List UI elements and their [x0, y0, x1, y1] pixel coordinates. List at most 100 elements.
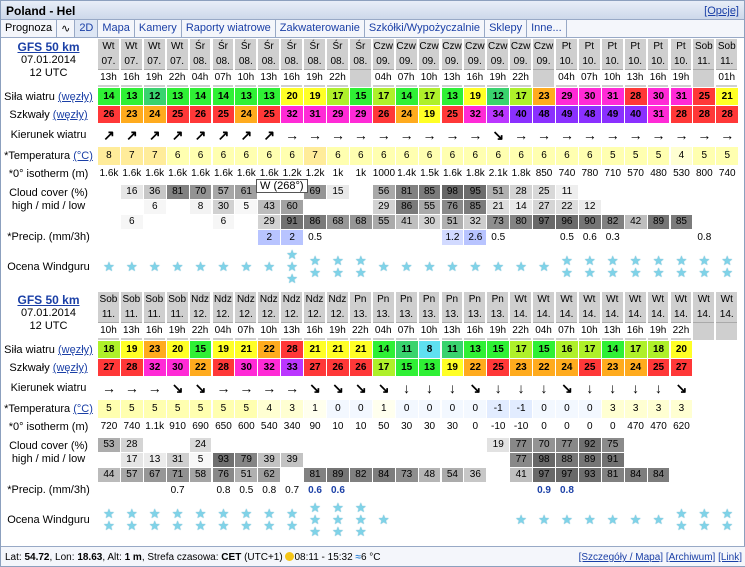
cloud-mid [418, 453, 441, 467]
model-link[interactable]: GFS 50 km [1, 41, 96, 54]
isotherm: 1k [332, 168, 344, 179]
time-header: Śr 08. 07h [212, 39, 235, 87]
wind-arrow: ↗ [217, 127, 230, 143]
hour: 10h [258, 322, 280, 338]
temperature: 6 [166, 147, 189, 165]
cloud-mid [464, 453, 487, 467]
star-icon: ★ [126, 259, 138, 274]
details-link[interactable]: [Szczegóły / Mapa] [579, 552, 663, 563]
temperature: 3 [624, 400, 647, 418]
permalink-link[interactable]: [Link] [718, 552, 742, 563]
star-icon: ★ [606, 265, 619, 280]
day-name: Czw [510, 41, 531, 52]
time-header: Ndz 12. 04h [212, 292, 235, 340]
options-link[interactable]: [Opcje] [704, 5, 739, 17]
hour: 07h [395, 69, 417, 85]
day-date: 11. [720, 56, 734, 67]
day-name: Wt [720, 294, 733, 305]
temperature: 3 [601, 400, 624, 418]
temperature: 5 [120, 400, 143, 418]
time-header: Sob 11. 10h [98, 292, 120, 340]
wind-speed: 17 [510, 88, 533, 105]
day-date: 14. [673, 309, 688, 320]
rating-stars: ★ ★ [693, 500, 715, 540]
cloud-low: 48 [418, 468, 441, 482]
day-date: 14. [559, 309, 574, 320]
hour: 19h [166, 322, 188, 338]
tab-prognoza[interactable]: Prognoza [1, 20, 58, 37]
day-date: 14. [605, 309, 620, 320]
star-icon: ★ [515, 259, 527, 274]
cloud-high [624, 438, 647, 452]
star-icon: ★ [492, 259, 505, 274]
tab-sklepy[interactable]: Sklepy [485, 20, 528, 37]
day-name: Ndz [282, 294, 301, 305]
model-link[interactable]: GFS 50 km [1, 294, 96, 307]
precipitation: 2 [281, 230, 304, 245]
hour: 16h [281, 69, 303, 85]
gust-speed: 25 [212, 106, 235, 123]
gust-speed: 17 [372, 359, 395, 376]
gust-unit-link[interactable]: (węzły) [53, 109, 88, 121]
cloud-high: 77 [556, 438, 578, 452]
tab-graph-icon[interactable]: ∿ [57, 20, 76, 37]
day-name: Wt [697, 294, 710, 305]
wind-unit-link[interactable]: (węzły) [58, 344, 93, 356]
day-name: Wt [514, 294, 527, 305]
star-icon: ★ [171, 259, 184, 274]
isotherm: 0 [587, 421, 593, 432]
cloud-high [418, 438, 441, 452]
gust-speed: 19 [441, 359, 464, 376]
star-icon: ★ [721, 518, 734, 533]
cloud-high: 19 [487, 438, 510, 452]
day-date: 13. [444, 309, 459, 320]
tab-zakwaterowanie[interactable]: Zakwaterowanie [276, 20, 365, 37]
time-header: Czw 09. 13h [441, 39, 464, 87]
tab-mapa[interactable]: Mapa [98, 20, 135, 37]
tab-2d[interactable]: 2D [75, 20, 99, 37]
isotherm: -10 [491, 421, 506, 432]
cloud-mid: 98 [533, 453, 555, 467]
rating-stars: ★ ★ [625, 247, 647, 287]
star-icon: ★ [561, 512, 573, 527]
tab-kamery[interactable]: Kamery [135, 20, 182, 37]
day-name: Sob [122, 294, 141, 305]
cloud-low: 54 [441, 468, 464, 482]
archive-link[interactable]: [Archiwum] [666, 552, 715, 563]
star-icon: ★ [286, 518, 298, 533]
wind-speed: 13 [258, 88, 281, 105]
time-header: Wt 14. 07h [556, 292, 578, 340]
wind-arrow: → [262, 380, 277, 396]
gust-unit-link[interactable]: (węzły) [53, 362, 88, 374]
isotherm: 30 [446, 421, 458, 432]
hour: 16h [624, 322, 646, 338]
isotherm: 1.6k [145, 168, 165, 179]
day-name: Śr [286, 41, 297, 52]
star-icon: ★ [240, 518, 253, 533]
isotherm: 620 [673, 421, 690, 432]
wind-arrow: → [537, 127, 552, 143]
wind-unit-link[interactable]: (węzły) [58, 91, 93, 103]
rating-stars: ★ ★ [716, 247, 738, 287]
temp-unit-link[interactable]: (°C) [73, 150, 93, 162]
time-header: Sob 11. 19h [166, 292, 189, 340]
temperature: 3 [670, 400, 693, 418]
wind-arrow [716, 378, 738, 398]
cloud-mid: 27 [533, 200, 555, 214]
tab-inne[interactable]: Inne... [527, 20, 567, 37]
temperature: 6 [510, 147, 533, 165]
wind-arrow: → [308, 127, 323, 143]
temperature: 8 [98, 147, 120, 165]
time-header: Pn 13. 22h [349, 292, 372, 340]
isotherm: 690 [192, 421, 209, 432]
tab-raporty[interactable]: Raporty wiatrowe [182, 20, 276, 37]
hour [533, 69, 554, 70]
isotherm: 2.1k [488, 168, 508, 179]
cloud-high [670, 438, 693, 452]
cloud-mid: 8 [189, 200, 212, 214]
temp-unit-link[interactable]: (°C) [73, 403, 93, 415]
day-name: Pt [584, 41, 595, 52]
rating-label: Ocena Windguru [7, 514, 90, 526]
tab-szkolki[interactable]: Szkółki/Wypożyczalnie [365, 20, 486, 37]
day-date: 13. [353, 309, 368, 320]
